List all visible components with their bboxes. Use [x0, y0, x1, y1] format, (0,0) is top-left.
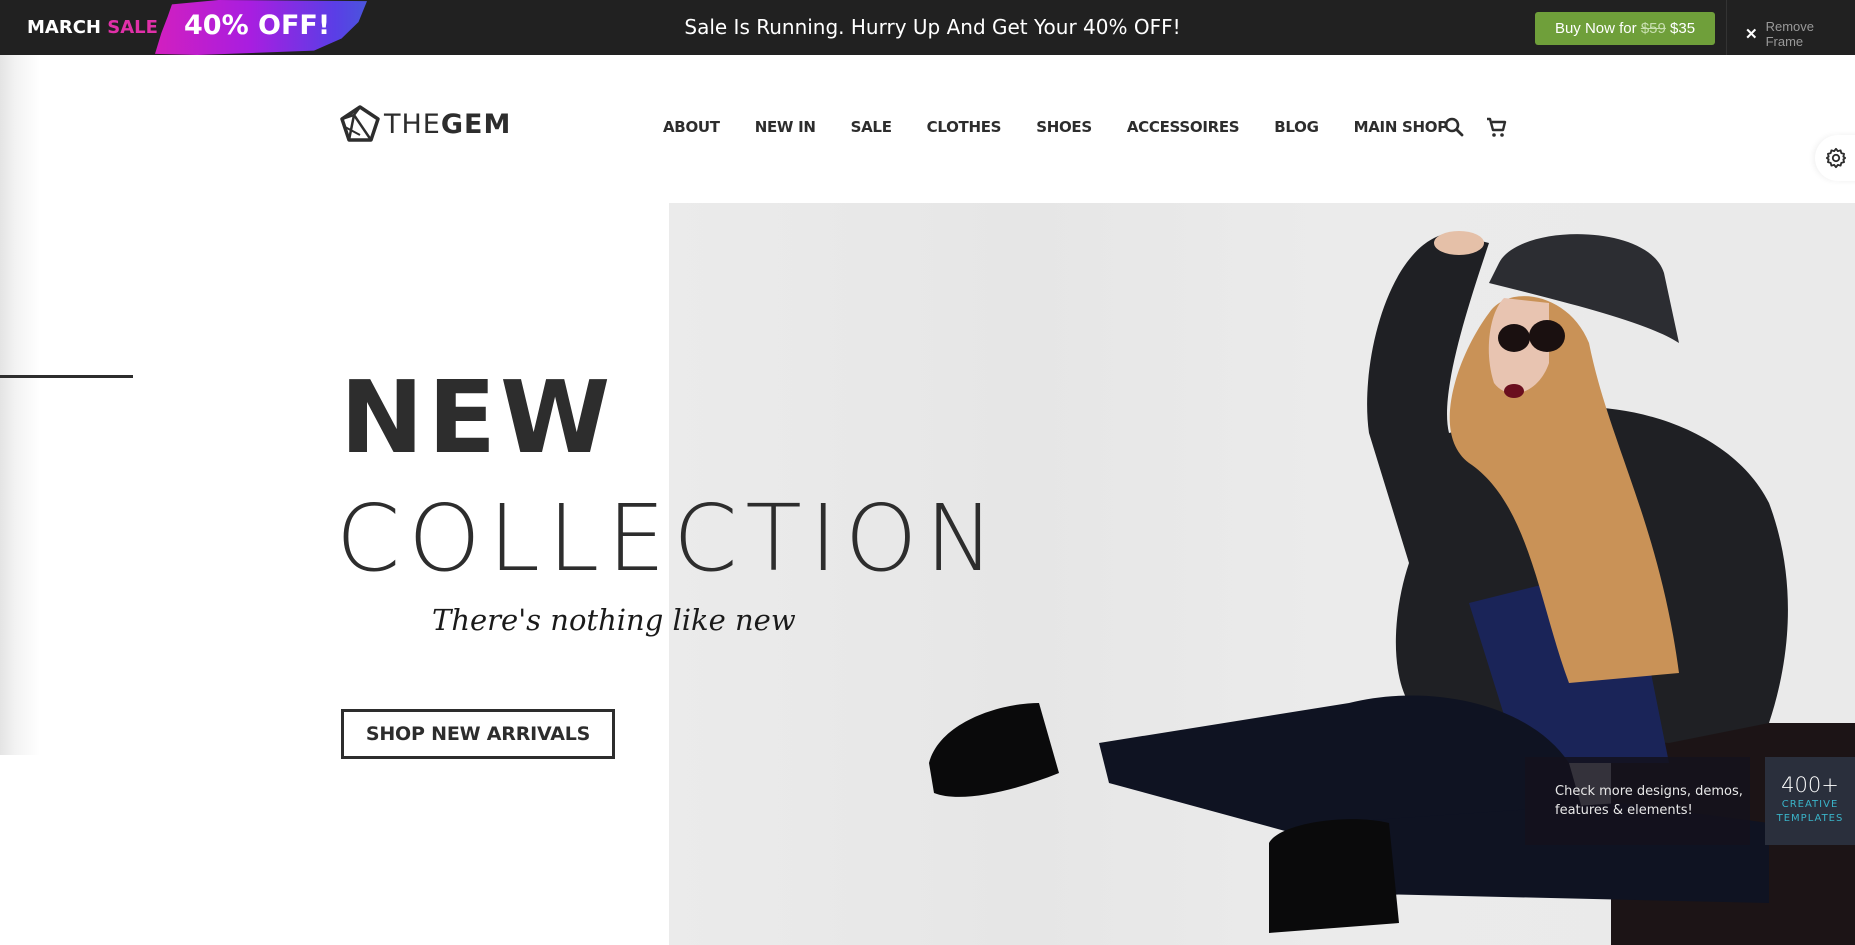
gem-logo-icon — [340, 105, 380, 142]
nav-sale[interactable]: SALE — [851, 118, 892, 136]
remove-frame-button[interactable]: ✕ Remove Frame — [1745, 19, 1855, 49]
nav-about[interactable]: ABOUT — [663, 118, 720, 136]
nav-clothes[interactable]: CLOTHES — [927, 118, 1002, 136]
old-price: $59 — [1640, 20, 1666, 37]
close-icon: ✕ — [1745, 26, 1758, 43]
templates-message-line1: Check more designs, demos, — [1555, 784, 1743, 799]
hero-title-new: NEW — [340, 359, 615, 476]
templates-label-2: TEMPLATES — [1776, 813, 1844, 824]
header-icons — [1443, 116, 1507, 138]
cart-icon[interactable] — [1485, 116, 1507, 138]
nav-main-shop[interactable]: MAIN SHOP — [1354, 118, 1449, 136]
boot-right — [1269, 819, 1399, 933]
logo-text: THEGEM — [384, 109, 511, 140]
decorative-line — [0, 375, 133, 378]
buy-now-button[interactable]: Buy Now for $59 $35 — [1535, 12, 1715, 45]
promo-divider — [1726, 0, 1727, 55]
shop-new-arrivals-button[interactable]: SHOP NEW ARRIVALS — [341, 709, 615, 759]
templates-count: 400+ — [1781, 773, 1839, 797]
templates-promo[interactable]: Check more designs, demos, features & el… — [1525, 757, 1855, 845]
hero-tagline: There's nothing like new — [432, 603, 796, 637]
hero-title-collection: COLLECTION — [336, 485, 1003, 592]
logo-the: THE — [384, 108, 441, 140]
templates-count-box[interactable]: 400+ CREATIVE TEMPLATES — [1765, 757, 1855, 845]
logo[interactable]: THEGEM — [340, 105, 511, 143]
gear-icon — [1825, 147, 1847, 169]
nav-new-in[interactable]: NEW IN — [755, 118, 816, 136]
main-nav: ABOUT NEW IN SALE CLOTHES SHOES ACCESSOI… — [663, 118, 1483, 136]
templates-message[interactable]: Check more designs, demos, features & el… — [1525, 757, 1750, 845]
templates-label-1: CREATIVE — [1781, 799, 1839, 810]
buy-prefix: Buy Now for — [1554, 20, 1637, 37]
logo-gem: GEM — [440, 108, 512, 140]
new-price: $35 — [1670, 20, 1696, 37]
promo-bar: MARCH SALE 40% OFF! Sale Is Running. Hur… — [0, 0, 1855, 55]
nav-accessoires[interactable]: ACCESSOIRES — [1127, 118, 1240, 136]
nav-blog[interactable]: BLOG — [1274, 118, 1319, 136]
search-icon[interactable] — [1443, 116, 1465, 138]
left-edge-shadow — [0, 55, 40, 755]
remove-frame-label: Remove Frame — [1765, 19, 1814, 49]
nav-shoes[interactable]: SHOES — [1036, 118, 1092, 136]
boot-left — [929, 703, 1059, 797]
templates-message-line2: features & elements! — [1555, 803, 1693, 818]
settings-button[interactable] — [1815, 135, 1855, 181]
